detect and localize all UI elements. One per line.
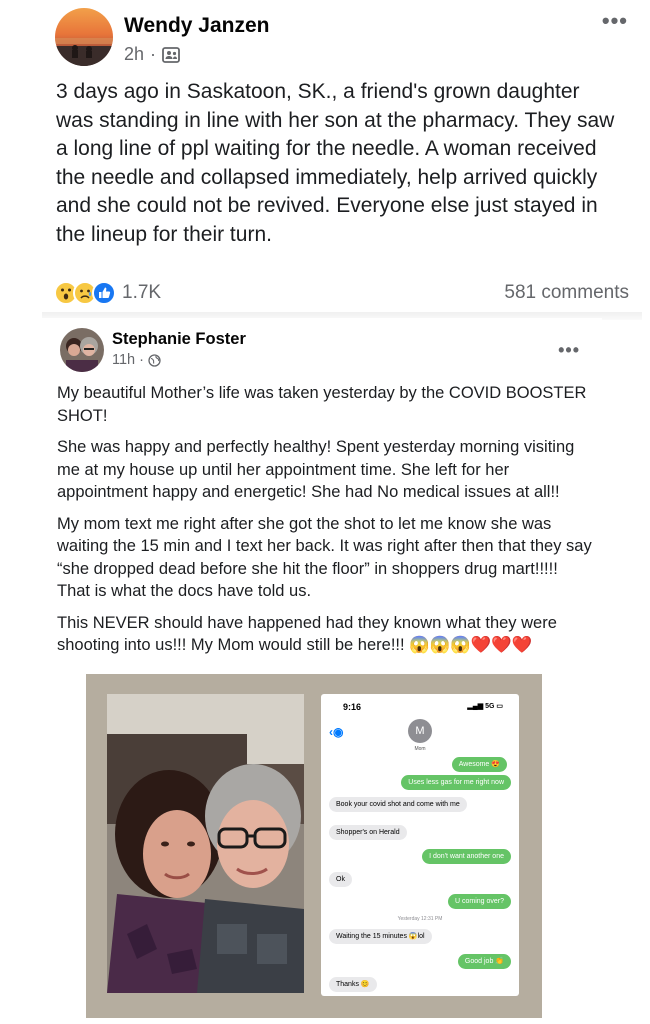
more-options-icon[interactable]: ••• [602,8,628,34]
post-time[interactable]: 2h [124,44,144,65]
comments-link[interactable]: 581 comments [504,282,629,304]
message-bubble-received: Waiting the 15 minutes 😱lol [329,929,432,944]
back-chevron-icon: ‹◉ [329,725,344,739]
message-timestamp: Yesterday 12:31 PM [397,916,443,922]
shared-post-text: My beautiful Mother’s life was taken yes… [57,382,592,666]
author-avatar[interactable] [55,8,113,66]
message-bubble-sent: Uses less gas for me right now [401,775,511,790]
friends-icon [162,46,180,63]
shared-paragraph: My beautiful Mother’s life was taken yes… [57,384,587,425]
shared-author-name[interactable]: Stephanie Foster [112,330,246,349]
reaction-count: 1.7K [122,282,162,303]
facebook-post: Wendy Janzen 2h · ••• 3 days ago in Sask… [0,0,650,1024]
message-bubble-sent: Awesome 😍 [451,757,507,772]
phone-status-bar: 9:16 ▂▄▆ 5G ▭ [321,694,519,716]
selfie-photo [107,694,304,993]
post-text: 3 days ago in Saskatoon, SK., a friend's… [56,80,615,246]
message-bubble-received: Thanks 😊 [329,977,377,992]
reaction-bar: 1.7K 581 comments [54,278,629,308]
like-icon [92,281,116,305]
author-name[interactable]: Wendy Janzen [124,14,269,38]
message-bubble-received: Shopper's on Herald [329,825,407,840]
message-bubble-sent: I don't want another one [422,849,511,864]
globe-icon [148,353,161,367]
shared-post: Stephanie Foster 11h · ••• My beautiful … [42,318,602,1024]
shared-paragraph: This NEVER should have happened had they… [57,613,557,655]
message-bubble-received: Ok [329,872,352,887]
contact-name: Mom [414,746,426,752]
post-image[interactable]: 9:16 ▂▄▆ 5G ▭ ‹◉ M Mom Awesome 😍 Uses le… [86,674,542,1018]
phone-time: 9:16 [343,702,362,712]
message-bubble-sent: Good job 👏 [457,954,511,969]
message-bubble-sent: U coming over? [447,894,511,909]
text-message-screenshot: 9:16 ▂▄▆ 5G ▭ ‹◉ M Mom Awesome 😍 Uses le… [321,694,519,996]
shared-post-meta: 11h · [112,352,161,368]
shared-paragraph: She was happy and perfectly healthy! Spe… [57,438,575,501]
message-bubble-received: Book your covid shot and come with me [329,797,467,812]
contact-avatar: M [408,719,432,743]
signal-icon: ▂▄▆ 5G ▭ [467,703,503,710]
shared-post-time[interactable]: 11h [112,352,135,368]
reaction-summary[interactable]: 1.7K [54,281,161,305]
network-type: 5G [485,703,495,710]
shared-author-avatar[interactable] [60,328,104,372]
shared-paragraph: My mom text me right after she got the s… [57,514,592,601]
post-meta: 2h · [124,44,180,65]
shared-more-options-icon[interactable]: ••• [558,340,580,361]
